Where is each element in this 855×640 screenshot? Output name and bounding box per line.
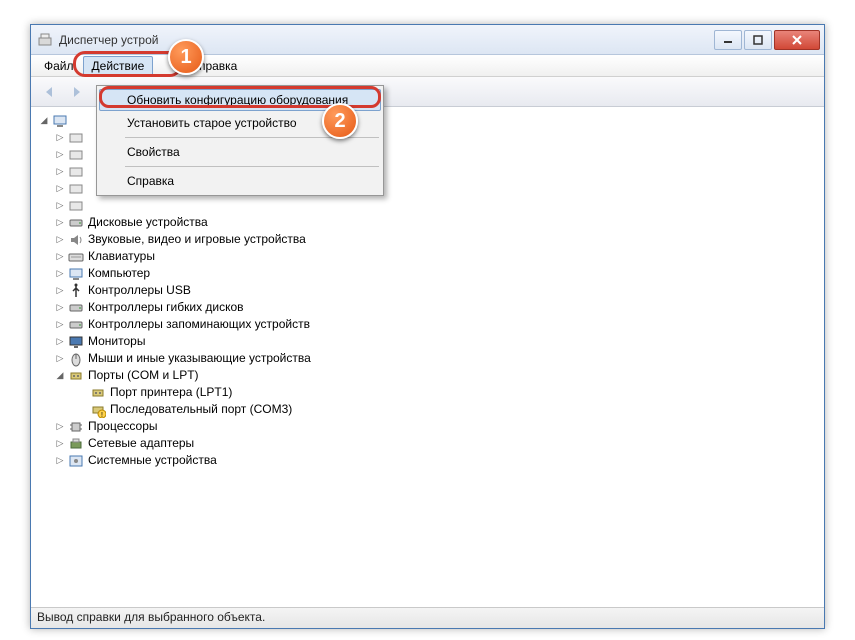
menu-scan-hardware[interactable]: Обновить конфигурацию оборудования [99, 89, 381, 111]
forward-button[interactable] [65, 80, 89, 104]
device-icon: ! [90, 402, 106, 418]
category-label[interactable]: Системные устройства [88, 452, 217, 469]
menubar: Файл Действие Справка [31, 55, 824, 77]
device-icon [90, 385, 106, 401]
tree-category[interactable]: ▷ Контроллеры USB [34, 282, 821, 299]
expand-icon[interactable]: ▷ [54, 421, 66, 433]
expand-icon[interactable]: ▷ [54, 217, 66, 229]
collapse-icon[interactable]: ◢ [54, 370, 66, 382]
expand-icon[interactable]: ▷ [54, 234, 66, 246]
device-label[interactable]: Порт принтера (LPT1) [110, 384, 232, 401]
expand-icon[interactable]: ▷ [54, 455, 66, 467]
category-label[interactable]: Звуковые, видео и игровые устройства [88, 231, 306, 248]
category-icon [68, 419, 84, 435]
category-label[interactable]: Компьютер [88, 265, 150, 282]
category-icon [68, 334, 84, 350]
titlebar: Диспетчер устрой [31, 25, 824, 55]
menu-help[interactable]: Справка [181, 56, 246, 76]
category-label[interactable]: Контроллеры USB [88, 282, 191, 299]
tree-category[interactable]: ▷ Компьютер [34, 265, 821, 282]
menu-add-legacy[interactable]: Установить старое устройство [99, 112, 381, 134]
menu-file[interactable]: Файл [35, 56, 83, 76]
window-buttons [712, 30, 820, 50]
back-button[interactable] [37, 80, 61, 104]
tree-category[interactable]: ▷ Процессоры [34, 418, 821, 435]
category-icon [68, 147, 84, 163]
expand-icon[interactable]: ▷ [54, 319, 66, 331]
tree-category[interactable]: ◢ Порты (COM и LPT) [34, 367, 821, 384]
maximize-button[interactable] [744, 30, 772, 50]
computer-icon [52, 113, 68, 129]
tree-category[interactable]: ▷ Мониторы [34, 333, 821, 350]
expand-icon[interactable]: ▷ [54, 438, 66, 450]
expand-icon[interactable]: ▷ [54, 149, 66, 161]
category-icon [68, 300, 84, 316]
expand-icon[interactable]: ▷ [54, 285, 66, 297]
category-icon [68, 317, 84, 333]
tree-device[interactable]: Порт принтера (LPT1) [34, 384, 821, 401]
menu-properties[interactable]: Свойства [99, 141, 381, 163]
statusbar: Вывод справки для выбранного объекта. [31, 607, 824, 628]
tree-category[interactable]: ▷ Звуковые, видео и игровые устройства [34, 231, 821, 248]
category-label[interactable]: Процессоры [88, 418, 158, 435]
category-label[interactable]: Мыши и иные указывающие устройства [88, 350, 311, 367]
tree-category[interactable]: ▷ Дисковые устройства [34, 214, 821, 231]
device-label[interactable]: Последовательный порт (COM3) [110, 401, 292, 418]
expand-icon[interactable]: ▷ [54, 132, 66, 144]
category-icon [68, 130, 84, 146]
category-icon [68, 249, 84, 265]
category-icon [68, 283, 84, 299]
svg-text:!: ! [101, 412, 103, 418]
category-label[interactable]: Сетевые адаптеры [88, 435, 194, 452]
close-button[interactable] [774, 30, 820, 50]
menu-separator [125, 137, 379, 138]
tree-device[interactable]: ! Последовательный порт (COM3) [34, 401, 821, 418]
category-label[interactable]: Клавиатуры [88, 248, 155, 265]
tree-category[interactable]: ▷ Системные устройства [34, 452, 821, 469]
category-label[interactable]: Контроллеры гибких дисков [88, 299, 244, 316]
app-icon [37, 32, 53, 48]
category-label[interactable]: Контроллеры запоминающих устройств [88, 316, 310, 333]
tree-category[interactable]: ▷ Сетевые адаптеры [34, 435, 821, 452]
expand-icon[interactable]: ▷ [54, 251, 66, 263]
category-icon [68, 266, 84, 282]
category-icon [68, 215, 84, 231]
tree-category[interactable]: ▷ [34, 197, 821, 214]
category-icon [68, 232, 84, 248]
category-icon [68, 181, 84, 197]
menu-separator [125, 166, 379, 167]
category-icon [68, 368, 84, 384]
category-icon [68, 164, 84, 180]
menu-action[interactable]: Действие [83, 56, 154, 76]
category-icon [68, 198, 84, 214]
window-title: Диспетчер устрой [59, 33, 712, 47]
tree-category[interactable]: ▷ Мыши и иные указывающие устройства [34, 350, 821, 367]
category-icon [68, 453, 84, 469]
tree-category[interactable]: ▷ Контроллеры запоминающих устройств [34, 316, 821, 333]
expand-icon[interactable]: ▷ [54, 336, 66, 348]
expand-icon[interactable]: ▷ [54, 268, 66, 280]
category-icon [68, 436, 84, 452]
category-label[interactable]: Порты (COM и LPT) [88, 367, 199, 384]
tree-category[interactable]: ▷ Контроллеры гибких дисков [34, 299, 821, 316]
category-label[interactable]: Дисковые устройства [88, 214, 208, 231]
tree-category[interactable]: ▷ Клавиатуры [34, 248, 821, 265]
category-label[interactable]: Мониторы [88, 333, 145, 350]
action-dropdown: Обновить конфигурацию оборудования Устан… [96, 85, 384, 196]
minimize-button[interactable] [714, 30, 742, 50]
expand-icon[interactable]: ▷ [54, 200, 66, 212]
collapse-icon[interactable]: ◢ [38, 115, 50, 127]
category-icon [68, 351, 84, 367]
expand-icon[interactable]: ▷ [54, 353, 66, 365]
expand-icon[interactable]: ▷ [54, 183, 66, 195]
expand-icon[interactable]: ▷ [54, 302, 66, 314]
menu-help[interactable]: Справка [99, 170, 381, 192]
expand-icon[interactable]: ▷ [54, 166, 66, 178]
